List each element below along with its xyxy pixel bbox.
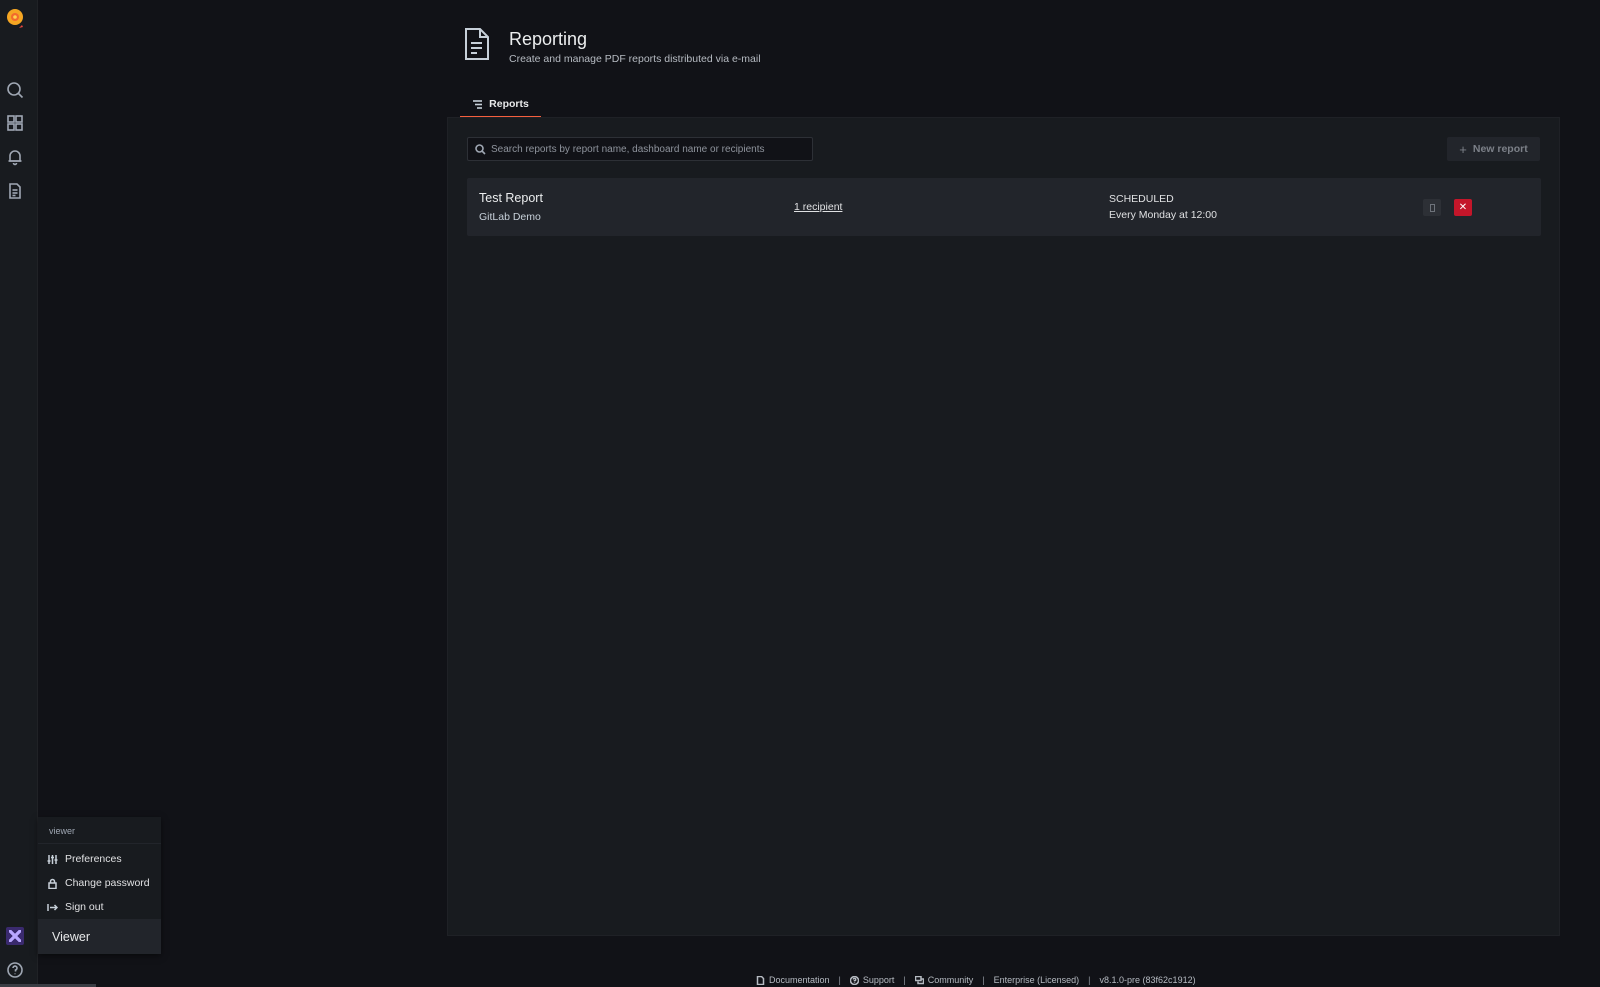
change-password-label: Change password	[65, 877, 150, 889]
community-label: Community	[927, 975, 974, 985]
help-icon[interactable]	[5, 960, 25, 980]
footer-community-link[interactable]: Community	[914, 975, 974, 985]
change-password-menu-item[interactable]: Change password	[38, 871, 161, 895]
report-schedule: Every Monday at 12:00	[1109, 209, 1217, 221]
sign-out-menu-item[interactable]: Sign out	[38, 895, 161, 919]
search-input[interactable]	[491, 143, 812, 155]
footer-separator: |	[1088, 975, 1091, 985]
report-row[interactable]: Test Report GitLab Demo 1 recipient SCHE…	[467, 178, 1541, 236]
tab-reports-label: Reports	[489, 98, 529, 110]
footer-documentation-link[interactable]: Documentation	[756, 975, 830, 985]
footer-support-link[interactable]: Support	[849, 975, 895, 985]
document-icon	[756, 975, 765, 985]
preferences-label: Preferences	[65, 853, 122, 865]
reporting-icon[interactable]	[5, 181, 25, 201]
search-icon	[475, 143, 486, 155]
comments-icon	[914, 975, 924, 984]
delete-report-button[interactable]: ✕	[1454, 199, 1472, 216]
grafana-logo-icon[interactable]	[4, 6, 26, 32]
footer-separator: |	[982, 975, 985, 985]
preferences-menu-item[interactable]: Preferences	[38, 847, 161, 871]
documentation-label: Documentation	[769, 975, 830, 985]
sign-out-icon	[47, 903, 58, 911]
profile-display-name[interactable]: Viewer	[38, 919, 161, 954]
question-circle-icon	[849, 975, 859, 985]
alerting-bell-icon[interactable]	[5, 147, 25, 167]
report-state: SCHEDULED	[1109, 193, 1174, 205]
report-name: Test Report	[479, 191, 543, 205]
support-label: Support	[862, 975, 895, 985]
footer-edition[interactable]: Enterprise (Licensed)	[994, 975, 1080, 985]
dashboards-icon[interactable]	[5, 113, 25, 133]
tab-reports[interactable]: Reports	[460, 92, 541, 118]
reporting-page-icon	[462, 26, 492, 62]
list-icon	[473, 99, 483, 109]
profile-menu: viewer Preferences Change password Sign …	[38, 817, 161, 954]
new-report-button[interactable]: + New report	[1447, 137, 1540, 161]
footer-separator: |	[838, 975, 841, 985]
sign-out-label: Sign out	[65, 901, 104, 913]
profile-menu-username: viewer	[38, 817, 161, 844]
new-report-label: New report	[1472, 143, 1528, 155]
page-title: Reporting	[509, 29, 588, 49]
user-avatar-icon[interactable]	[6, 927, 24, 945]
search-box	[467, 137, 813, 161]
report-recipients-link[interactable]: 1 recipient	[794, 201, 842, 213]
lock-icon	[48, 878, 57, 889]
footer-version: v8.1.0-pre (83f62c1912)	[1099, 975, 1196, 985]
search-icon[interactable]	[5, 80, 25, 100]
close-icon: ✕	[1458, 202, 1468, 213]
edit-icon	[1429, 203, 1435, 212]
sidebar	[0, 0, 38, 987]
reports-panel: + New report Test Report GitLab Demo 1 r…	[447, 117, 1560, 936]
edit-report-button[interactable]	[1423, 199, 1441, 216]
plus-icon: +	[1459, 141, 1467, 157]
sliders-icon	[47, 854, 58, 864]
footer: Documentation | Support | Community | En…	[756, 974, 1196, 986]
report-dashboard: GitLab Demo	[479, 211, 541, 223]
page-subtitle: Create and manage PDF reports distribute…	[509, 53, 761, 65]
footer-separator: |	[903, 975, 906, 985]
